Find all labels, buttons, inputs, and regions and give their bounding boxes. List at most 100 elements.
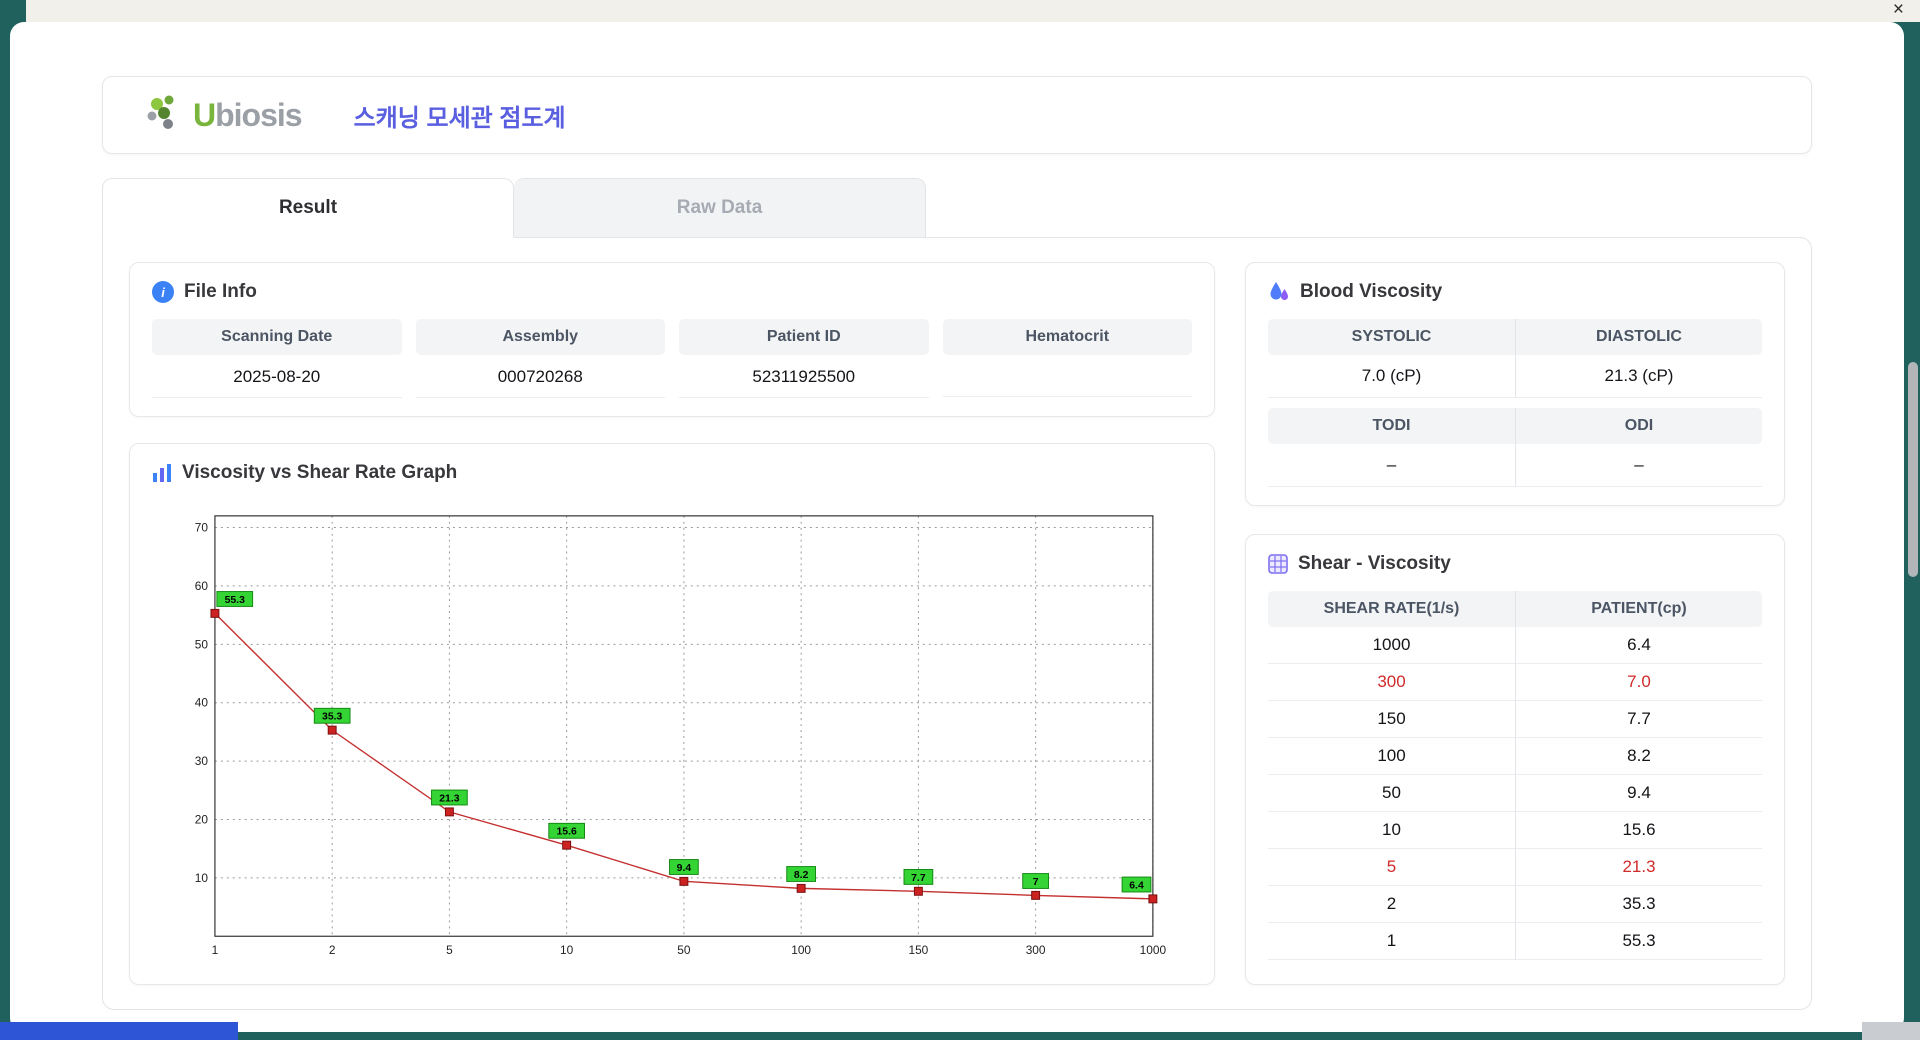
bv-value-row2: – – [1268, 444, 1762, 487]
svg-text:30: 30 [195, 754, 209, 768]
svg-text:60: 60 [195, 579, 209, 593]
svg-text:55.3: 55.3 [225, 595, 245, 606]
window-titlebar: × [26, 0, 1920, 22]
grid-calculator-icon [1268, 554, 1288, 574]
bv-diastolic-value: 21.3 (cP) [1515, 355, 1762, 398]
svg-text:21.3: 21.3 [439, 793, 459, 804]
table-row: 2 35.3 [1268, 886, 1762, 923]
bv-todi-value: – [1268, 444, 1515, 487]
field-value: 000720268 [415, 355, 665, 398]
tab-raw-data[interactable]: Raw Data [514, 178, 926, 238]
logo-initial: U [193, 96, 216, 133]
close-icon[interactable]: × [1889, 0, 1908, 22]
table-row: 100 8.2 [1268, 738, 1762, 775]
sv-patient-cell: 21.3 [1515, 849, 1762, 886]
file-info-fields: Scanning Date 2025-08-20 Assembly 000720… [152, 319, 1192, 398]
sv-patient-cell: 6.4 [1515, 627, 1762, 664]
sv-shear-cell: 5 [1268, 849, 1515, 886]
shear-viscosity-title: Shear - Viscosity [1298, 553, 1451, 574]
bv-value-row: 7.0 (cP) 21.3 (cP) [1268, 355, 1762, 398]
blood-viscosity-table: SYSTOLIC DIASTOLIC 7.0 (cP) 21.3 (cP) TO… [1268, 319, 1762, 487]
svg-text:70: 70 [195, 521, 209, 535]
bv-odi-value: – [1515, 444, 1762, 487]
viscosity-chart-area: 10 20 30 40 50 60 70 1 2 5 10 50 100 150 300 1000 55.3 35… [152, 500, 1192, 966]
sv-shear-cell: 2 [1268, 886, 1515, 923]
table-row: 300 7.0 [1268, 664, 1762, 701]
svg-text:50: 50 [677, 943, 691, 957]
tab-bar: Result Raw Data [102, 178, 1812, 238]
sv-shear-cell: 1 [1268, 923, 1515, 960]
table-row: 5 21.3 [1268, 849, 1762, 886]
field-label: Assembly [415, 319, 665, 355]
field-value [942, 355, 1192, 397]
field-label: Patient ID [679, 319, 929, 355]
svg-text:8.2: 8.2 [794, 870, 809, 881]
bv-header-systolic: SYSTOLIC [1351, 328, 1432, 345]
bv-header-row: SYSTOLIC DIASTOLIC [1268, 319, 1762, 355]
svg-text:9.4: 9.4 [677, 863, 692, 874]
sv-shear-cell: 300 [1268, 664, 1515, 701]
table-row: 1 55.3 [1268, 923, 1762, 960]
shear-viscosity-table: SHEAR RATE(1/s) PATIENT(cp) 1000 6.4 300… [1268, 591, 1762, 960]
app-header: Ubiosis 스캐닝 모세관 점도계 [102, 76, 1812, 154]
field-patient-id: Patient ID 52311925500 [679, 319, 929, 398]
svg-text:5: 5 [446, 943, 453, 957]
scrollbar-thumb[interactable] [1908, 362, 1918, 577]
sv-header-row: SHEAR RATE(1/s) PATIENT(cp) [1268, 591, 1762, 627]
droplet-icon [1268, 281, 1290, 303]
table-row: 50 9.4 [1268, 775, 1762, 812]
field-hematocrit: Hematocrit [942, 319, 1192, 398]
logo-text: Ubiosis [193, 96, 303, 134]
svg-text:40: 40 [195, 696, 209, 710]
sv-patient-cell: 7.0 [1515, 664, 1762, 701]
result-panel: i File Info Scanning Date 2025-08-20 Ass… [102, 237, 1812, 1010]
sv-patient-cell: 9.4 [1515, 775, 1762, 812]
svg-text:35.3: 35.3 [322, 712, 342, 723]
field-label: Hematocrit [942, 319, 1192, 355]
svg-text:1000: 1000 [1140, 943, 1167, 957]
viscosity-chart: 10 20 30 40 50 60 70 1 2 5 10 50 100 150 300 1000 55.3 35… [195, 515, 1167, 957]
svg-text:20: 20 [195, 812, 209, 826]
svg-text:7: 7 [1033, 877, 1039, 888]
scrollbar-track [1906, 22, 1920, 1032]
svg-text:15.6: 15.6 [557, 827, 577, 838]
viscosity-graph-card: Viscosity vs Shear Rate Graph 10 20 30 40 50… [129, 443, 1215, 985]
field-assembly: Assembly 000720268 [415, 319, 665, 398]
sv-shear-cell: 100 [1268, 738, 1515, 775]
ubiosis-logo: Ubiosis [145, 94, 303, 137]
sv-header-patient: PATIENT(cp) [1515, 591, 1762, 627]
sv-patient-cell: 15.6 [1515, 812, 1762, 849]
tab-result[interactable]: Result [102, 178, 514, 238]
app-window: Ubiosis 스캐닝 모세관 점도계 Result Raw Data i Fi… [10, 22, 1904, 1032]
svg-text:50: 50 [195, 637, 209, 651]
bv-header-odi: ODI [1515, 408, 1762, 444]
sv-rows: 1000 6.4 300 7.0 150 7.7 100 8.2 50 9.4 … [1268, 627, 1762, 960]
sv-shear-cell: 150 [1268, 701, 1515, 738]
logo-leaf-icon [145, 94, 187, 137]
svg-text:6.4: 6.4 [1129, 880, 1144, 891]
page-title: 스캐닝 모세관 점도계 [353, 104, 566, 132]
sv-header-shear-rate: SHEAR RATE(1/s) [1323, 600, 1460, 617]
svg-text:1: 1 [212, 943, 219, 957]
blood-viscosity-title: Blood Viscosity [1300, 281, 1443, 302]
svg-text:7.7: 7.7 [911, 873, 926, 884]
graph-title: Viscosity vs Shear Rate Graph [182, 462, 458, 483]
field-scanning-date: Scanning Date 2025-08-20 [152, 319, 402, 398]
sv-patient-cell: 35.3 [1515, 886, 1762, 923]
bv-systolic-value: 7.0 (cP) [1268, 355, 1515, 398]
table-row: 1000 6.4 [1268, 627, 1762, 664]
bar-chart-icon [152, 464, 172, 482]
sv-patient-cell: 7.7 [1515, 701, 1762, 738]
bottom-blue-bar [0, 1022, 238, 1040]
table-row: 150 7.7 [1268, 701, 1762, 738]
field-value: 52311925500 [679, 355, 929, 398]
file-info-title: File Info [184, 281, 257, 302]
svg-text:10: 10 [195, 871, 209, 885]
field-label: Scanning Date [152, 319, 402, 355]
svg-text:150: 150 [908, 943, 928, 957]
file-info-card: i File Info Scanning Date 2025-08-20 Ass… [129, 262, 1215, 417]
sv-shear-cell: 1000 [1268, 627, 1515, 664]
table-row: 10 15.6 [1268, 812, 1762, 849]
sv-shear-cell: 50 [1268, 775, 1515, 812]
info-icon: i [152, 281, 174, 303]
